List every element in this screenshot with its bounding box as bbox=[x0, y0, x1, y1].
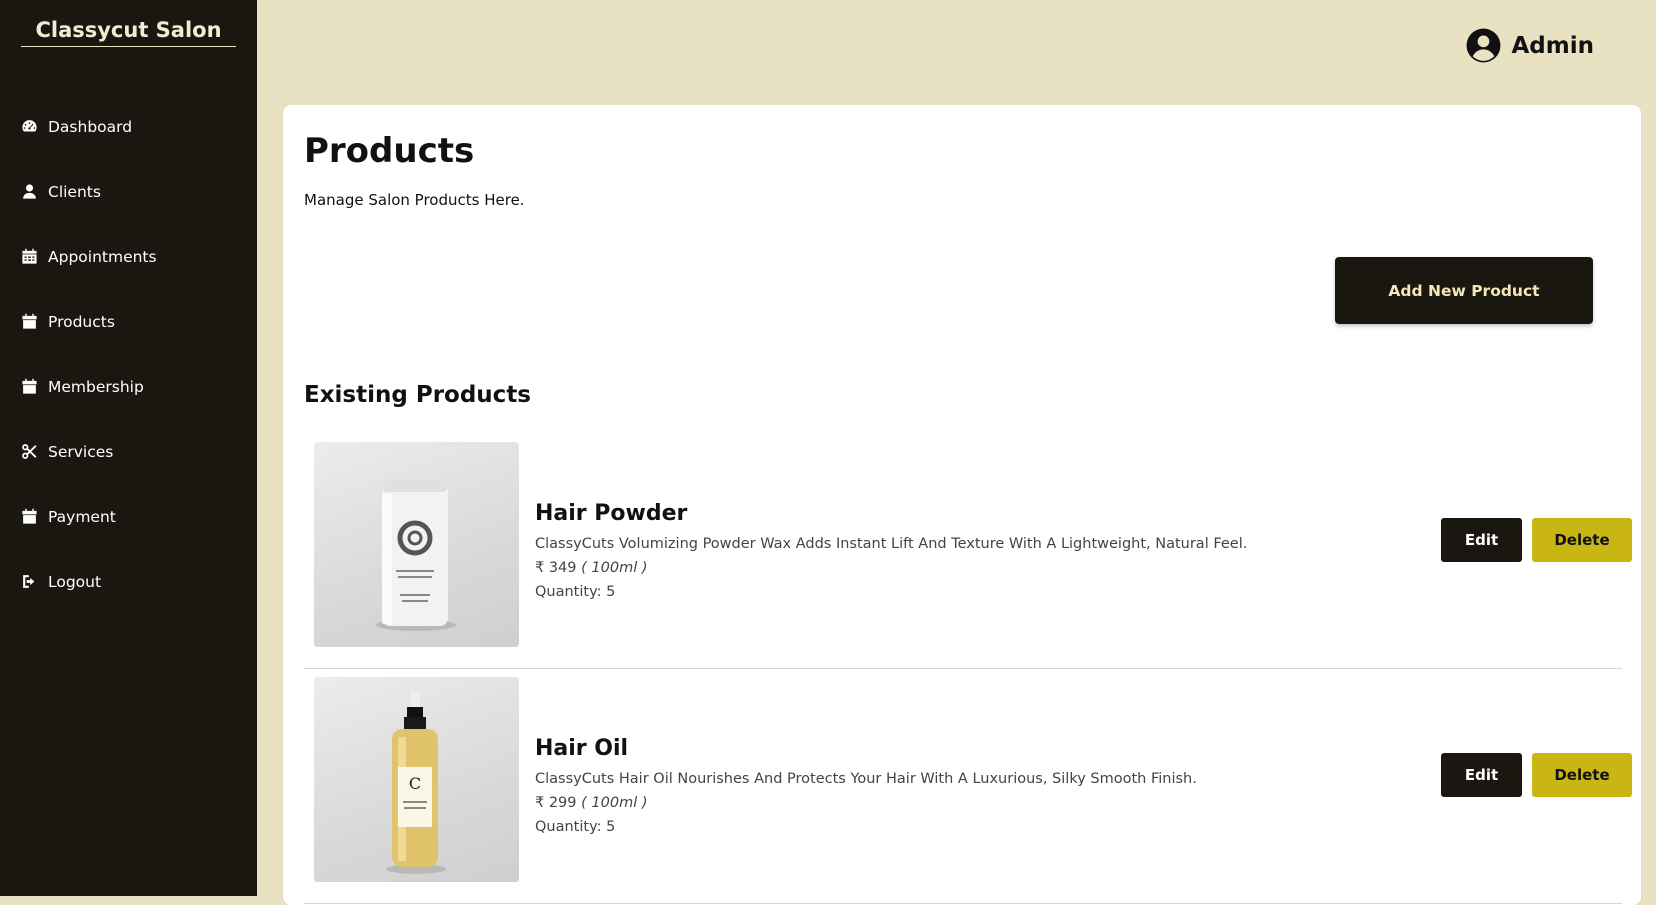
product-description: ClassyCuts Hair Oil Nourishes And Protec… bbox=[535, 771, 1197, 787]
gauge-icon bbox=[20, 118, 38, 136]
sidebar-item-label: Products bbox=[48, 312, 115, 331]
sidebar-item-appointments[interactable]: Appointments bbox=[0, 224, 257, 289]
scissors-icon bbox=[20, 443, 38, 461]
product-name: Hair Powder bbox=[535, 501, 688, 526]
user-circle-icon bbox=[1466, 28, 1500, 63]
sidebar-item-membership[interactable]: Membership bbox=[0, 354, 257, 419]
box-icon bbox=[20, 378, 38, 396]
brand-title: Classycut Salon bbox=[21, 18, 236, 47]
sidebar-item-logout[interactable]: Logout bbox=[0, 549, 257, 614]
price-value: ₹ 349 bbox=[535, 560, 577, 576]
calendar-icon bbox=[20, 248, 38, 266]
admin-label: Admin bbox=[1511, 32, 1595, 59]
product-size: ( 100ml ) bbox=[581, 560, 648, 576]
section-title: Existing Products bbox=[304, 382, 532, 408]
admin-user-menu[interactable]: Admin bbox=[1465, 27, 1595, 64]
sidebar-item-label: Services bbox=[48, 442, 114, 461]
product-size: ( 100ml ) bbox=[581, 795, 648, 811]
sidebar-item-dashboard[interactable]: Dashboard bbox=[0, 94, 257, 159]
sidebar-item-label: Membership bbox=[48, 377, 144, 396]
price-value: ₹ 299 bbox=[535, 795, 577, 811]
product-price: ₹ 349 ( 100ml ) bbox=[535, 560, 648, 576]
sidebar: Classycut Salon Dashboard Clients Appoin… bbox=[0, 0, 257, 896]
edit-button[interactable]: Edit bbox=[1441, 753, 1522, 797]
add-new-product-button[interactable]: Add New Product bbox=[1335, 257, 1593, 324]
sidebar-nav: Dashboard Clients Appointments Products … bbox=[0, 94, 257, 614]
sidebar-item-label: Logout bbox=[48, 572, 102, 591]
product-name: Hair Oil bbox=[535, 736, 629, 761]
box-icon bbox=[20, 313, 38, 331]
delete-button[interactable]: Delete bbox=[1532, 753, 1632, 797]
user-icon bbox=[20, 183, 38, 201]
svg-text:C: C bbox=[409, 774, 421, 793]
product-row: Hair Powder ClassyCuts Volumizing Powder… bbox=[304, 433, 1632, 669]
edit-button[interactable]: Edit bbox=[1441, 518, 1522, 562]
product-quantity: Quantity: 5 bbox=[535, 584, 616, 600]
product-image-hair-powder bbox=[314, 442, 519, 647]
logout-icon bbox=[20, 573, 38, 591]
delete-button[interactable]: Delete bbox=[1532, 518, 1632, 562]
page-title: Products bbox=[304, 131, 475, 171]
sidebar-item-clients[interactable]: Clients bbox=[0, 159, 257, 224]
sidebar-item-services[interactable]: Services bbox=[0, 419, 257, 484]
sidebar-item-label: Dashboard bbox=[48, 117, 133, 136]
product-price: ₹ 299 ( 100ml ) bbox=[535, 795, 648, 811]
page-subtitle: Manage Salon Products Here. bbox=[304, 191, 525, 209]
sidebar-item-label: Clients bbox=[48, 182, 101, 201]
box-icon bbox=[20, 508, 38, 526]
product-image-hair-oil: C bbox=[314, 677, 519, 882]
sidebar-item-products[interactable]: Products bbox=[0, 289, 257, 354]
sidebar-item-label: Payment bbox=[48, 507, 116, 526]
product-row: C Hair Oil ClassyCuts Hair Oil Nourishes… bbox=[304, 668, 1632, 904]
products-panel: Products Manage Salon Products Here. Add… bbox=[283, 105, 1641, 905]
product-description: ClassyCuts Volumizing Powder Wax Adds In… bbox=[535, 536, 1248, 552]
sidebar-item-payment[interactable]: Payment bbox=[0, 484, 257, 549]
product-quantity: Quantity: 5 bbox=[535, 819, 616, 835]
sidebar-item-label: Appointments bbox=[48, 247, 157, 266]
